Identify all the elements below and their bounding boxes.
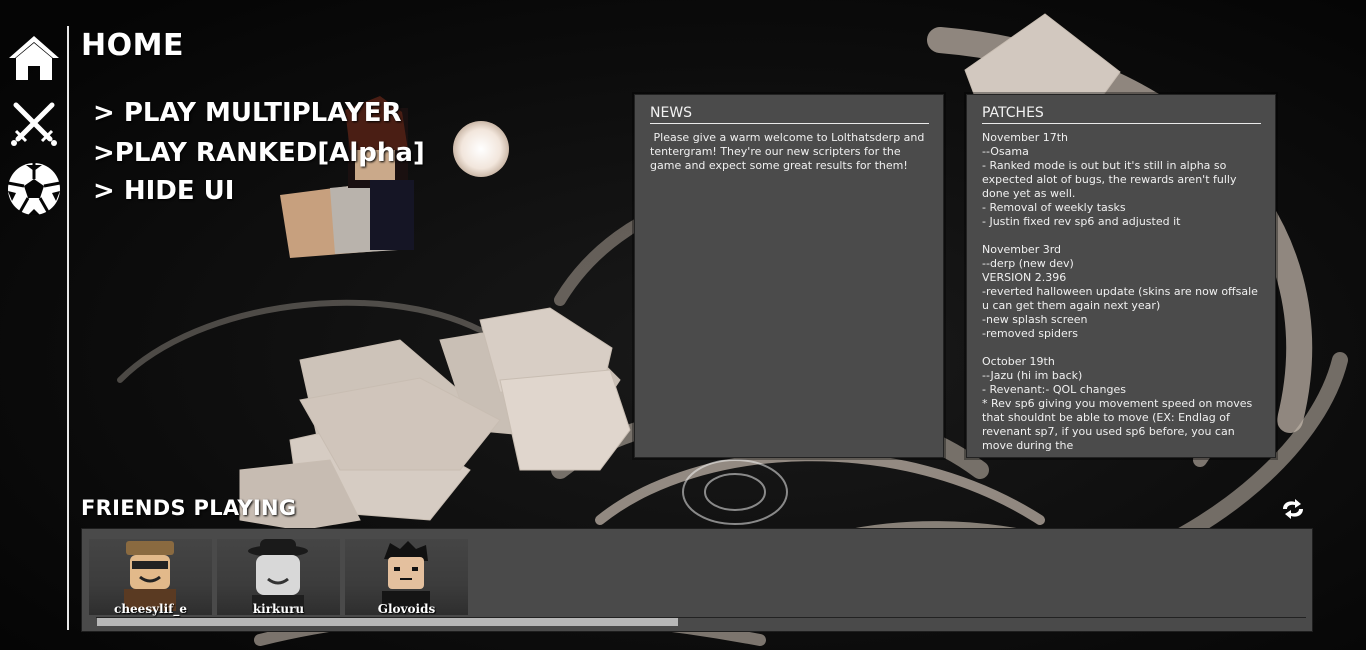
friend-name: Glovoids: [377, 602, 436, 616]
hide-ui-button[interactable]: > HIDE UI: [93, 176, 234, 206]
friend-name: cheesylif_e: [114, 602, 187, 616]
friends-scrollbar[interactable]: [97, 618, 678, 626]
patches-body: November 17th --Osama - Ranked mode is o…: [982, 131, 1258, 452]
home-icon: [9, 36, 59, 80]
battle-button[interactable]: [6, 95, 62, 151]
friend-card[interactable]: cheesylif_e: [89, 539, 212, 616]
patches-panel[interactable]: PATCHES November 17th --Osama - Ranked m…: [966, 94, 1276, 458]
news-title: NEWS: [650, 105, 693, 121]
friend-avatar: [382, 541, 430, 611]
news-panel: NEWS Please give a warm welcome to Lolth…: [634, 94, 944, 458]
crossed-swords-icon: [11, 102, 57, 146]
refresh-icon: [1283, 499, 1303, 519]
patches-title: PATCHES: [982, 105, 1044, 121]
friend-name: kirkuru: [252, 602, 305, 616]
friend-avatar: [124, 541, 176, 611]
page-title: HOME: [81, 28, 184, 63]
friends-playing-title: FRIENDS PLAYING: [81, 496, 297, 520]
ball-button[interactable]: [6, 161, 62, 217]
refresh-button[interactable]: [1279, 497, 1307, 521]
play-ranked-button[interactable]: >PLAY RANKED[Alpha]: [93, 138, 425, 168]
play-multiplayer-button[interactable]: > PLAY MULTIPLAYER: [93, 98, 402, 128]
friend-avatar: [248, 539, 308, 611]
patches-divider: [982, 123, 1261, 124]
sidebar-divider: [67, 26, 69, 630]
news-divider: [650, 123, 929, 124]
news-body: Please give a warm welcome to Lolthatsde…: [650, 131, 928, 172]
home-button[interactable]: [6, 30, 62, 86]
friends-list[interactable]: cheesylif_e kirkuru Glovoids: [81, 528, 1313, 632]
friend-card[interactable]: Glovoids: [345, 539, 468, 616]
soccer-ball-icon: [7, 163, 61, 215]
friend-card[interactable]: kirkuru: [217, 539, 340, 616]
